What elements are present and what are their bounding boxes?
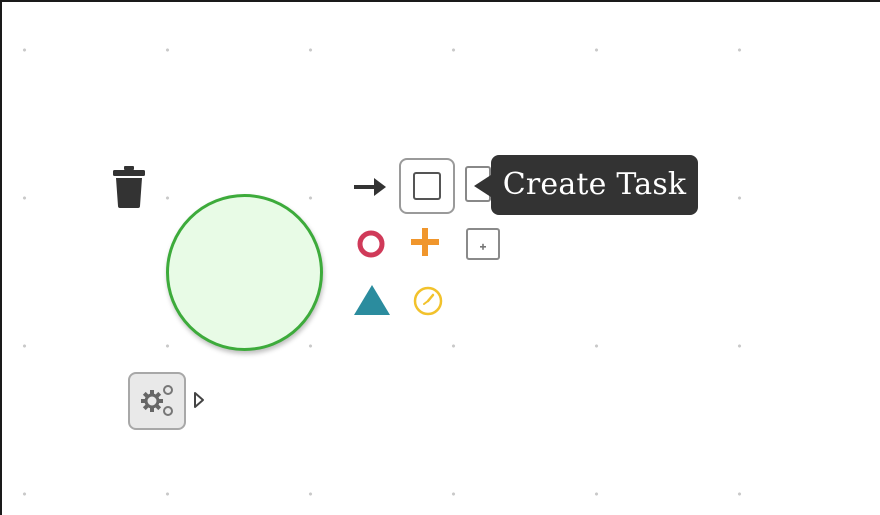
diagram-canvas[interactable]: Create Task <box>0 0 880 515</box>
append-timer-event-button[interactable] <box>410 283 446 319</box>
change-type-more-button[interactable] <box>192 390 206 410</box>
chevron-right-icon <box>194 392 204 408</box>
end-event-circle-icon <box>357 230 385 258</box>
triangle-signal-icon <box>354 285 390 315</box>
gears-icon <box>141 385 173 416</box>
create-task-button[interactable] <box>399 158 455 214</box>
trash-icon <box>113 166 145 208</box>
start-event-shape[interactable] <box>166 194 323 351</box>
append-intermediate-event-button[interactable] <box>351 282 393 318</box>
task-icon <box>413 172 441 200</box>
change-type-button[interactable] <box>128 372 186 430</box>
append-end-event-button[interactable] <box>354 227 388 261</box>
arrow-right-icon <box>354 178 386 196</box>
delete-button[interactable] <box>109 162 149 210</box>
subprocess-icon <box>466 228 500 260</box>
connect-tool-button[interactable] <box>352 174 390 200</box>
append-subprocess-button[interactable] <box>465 227 501 261</box>
parallel-gateway-plus-icon <box>411 228 439 256</box>
create-task-tooltip: Create Task <box>491 155 698 215</box>
append-gateway-button[interactable] <box>407 223 443 261</box>
timer-clock-icon <box>413 286 443 316</box>
